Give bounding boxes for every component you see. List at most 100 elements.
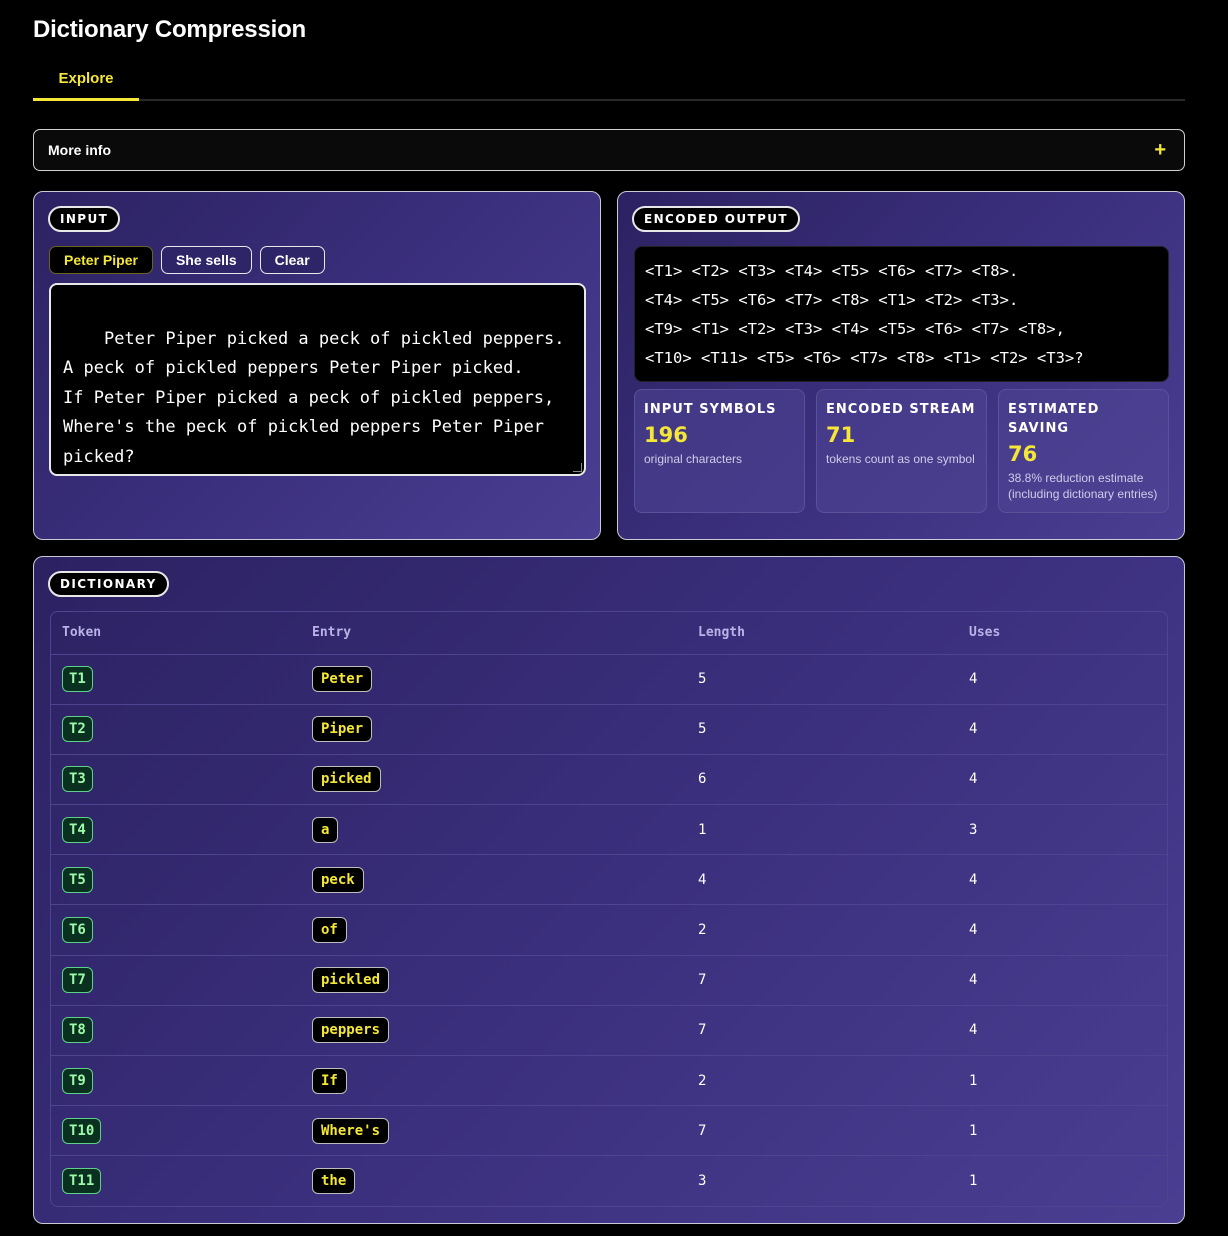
table-cell-length: 7 bbox=[687, 955, 958, 1006]
input-textarea[interactable]: Peter Piper picked a peck of pickled pep… bbox=[49, 283, 586, 476]
length-cell: 2 bbox=[698, 922, 707, 939]
table-cell-token: T1 bbox=[51, 654, 301, 705]
table-row: T11 the 3 1 bbox=[51, 1156, 1167, 1206]
table-cell-length: 5 bbox=[687, 704, 958, 755]
token-chip: T5 bbox=[62, 866, 93, 893]
input-text: Peter Piper picked a peck of pickled pep… bbox=[63, 328, 565, 467]
dictionary-table-wrapper: Token Entry Length Uses T1 Peter 5 4 T2 Piper… bbox=[50, 611, 1168, 1207]
table-row: T5 peck 4 4 bbox=[51, 854, 1167, 906]
token-chip: T10 bbox=[62, 1117, 102, 1144]
more-info-label: More info bbox=[48, 142, 111, 158]
table-cell-uses: 4 bbox=[958, 654, 1167, 705]
table-header-row: Token Entry Length Uses bbox=[51, 612, 1167, 655]
table-cell-uses: 4 bbox=[958, 955, 1167, 1006]
input-panel-tag: INPUT bbox=[48, 206, 121, 232]
uses-cell: 1 bbox=[969, 1122, 978, 1139]
length-cell: 7 bbox=[698, 972, 707, 989]
table-cell-length: 2 bbox=[687, 1055, 958, 1107]
length-cell: 6 bbox=[698, 771, 707, 788]
table-cell-entry: a bbox=[301, 804, 687, 856]
dictionary-tag: DICTIONARY bbox=[48, 571, 169, 597]
length-cell: 3 bbox=[698, 1173, 707, 1190]
dictionary-table: Token Entry Length Uses T1 Peter 5 4 T2 Piper… bbox=[51, 612, 1167, 1206]
table-cell-entry: the bbox=[301, 1156, 687, 1206]
page-title: Dictionary Compression bbox=[33, 16, 306, 43]
more-info-accordion[interactable]: More info + bbox=[33, 129, 1185, 171]
length-cell: 5 bbox=[698, 671, 707, 688]
input-panel: INPUT Peter Piper She sells Clear Peter … bbox=[33, 191, 601, 540]
preset-she-sells-button[interactable]: She sells bbox=[160, 246, 252, 274]
table-cell-entry: Where's bbox=[301, 1105, 687, 1157]
expand-plus-icon[interactable]: + bbox=[1154, 139, 1166, 162]
table-cell-length: 3 bbox=[687, 1156, 958, 1206]
entry-chip: pickled bbox=[312, 967, 390, 994]
entry-chip: Piper bbox=[312, 716, 373, 743]
table-cell-uses: 1 bbox=[958, 1156, 1167, 1206]
stat-input-symbols: INPUT SYMBOLS 196 original characters bbox=[634, 389, 805, 513]
entry-chip: Where's bbox=[312, 1117, 390, 1144]
table-row: T7 pickled 7 4 bbox=[51, 955, 1167, 1006]
entry-chip: picked bbox=[312, 766, 381, 793]
uses-cell: 3 bbox=[969, 821, 978, 838]
encoded-output-tag: ENCODED OUTPUT bbox=[632, 206, 801, 232]
table-cell-token: T7 bbox=[51, 955, 301, 1006]
preset-buttons: Peter Piper She sells Clear bbox=[49, 246, 325, 274]
stat-encoded-stream: ENCODED STREAM 71 tokens count as one sy… bbox=[816, 389, 987, 513]
table-row: T4 a 1 3 bbox=[51, 804, 1167, 856]
table-row: T3 picked 6 4 bbox=[51, 754, 1167, 806]
table-cell-token: T11 bbox=[51, 1156, 301, 1206]
column-header-uses: Uses bbox=[958, 612, 1167, 655]
entry-chip: If bbox=[312, 1067, 347, 1094]
uses-cell: 4 bbox=[969, 671, 978, 688]
encoded-line: <T10> <T11> <T5> <T6> <T7> <T8> <T1> <T2… bbox=[645, 349, 1084, 367]
table-row: T10 Where's 7 1 bbox=[51, 1105, 1167, 1157]
table-cell-length: 2 bbox=[687, 904, 958, 956]
tab-explore[interactable]: Explore bbox=[33, 62, 139, 101]
uses-cell: 4 bbox=[969, 922, 978, 939]
stat-value: 76 bbox=[1008, 442, 1038, 466]
token-chip: T2 bbox=[62, 716, 93, 743]
uses-cell: 4 bbox=[969, 972, 978, 989]
preset-peter-piper-button[interactable]: Peter Piper bbox=[49, 246, 153, 274]
clear-button[interactable]: Clear bbox=[259, 246, 325, 274]
table-cell-length: 7 bbox=[687, 1005, 958, 1057]
entry-chip: peck bbox=[312, 866, 364, 893]
table-cell-uses: 4 bbox=[958, 904, 1167, 956]
stats-row: INPUT SYMBOLS 196 original characters EN… bbox=[634, 389, 1169, 513]
uses-cell: 4 bbox=[969, 1022, 978, 1039]
table-cell-uses: 4 bbox=[958, 1005, 1167, 1057]
stat-label: INPUT SYMBOLS bbox=[644, 402, 777, 417]
length-cell: 7 bbox=[698, 1022, 707, 1039]
uses-cell: 4 bbox=[969, 721, 978, 738]
table-cell-token: T6 bbox=[51, 904, 301, 956]
table-cell-uses: 1 bbox=[958, 1105, 1167, 1157]
encoded-line: <T1> <T2> <T3> <T4> <T5> <T6> <T7> <T8>. bbox=[645, 262, 1019, 280]
length-cell: 7 bbox=[698, 1122, 707, 1139]
table-row: T8 peppers 7 4 bbox=[51, 1005, 1167, 1057]
table-cell-entry: Piper bbox=[301, 704, 687, 755]
length-cell: 1 bbox=[698, 821, 707, 838]
length-cell: 2 bbox=[698, 1072, 707, 1089]
encoded-output-panel: ENCODED OUTPUT <T1> <T2> <T3> <T4> <T5> … bbox=[617, 191, 1185, 540]
token-chip: T1 bbox=[62, 666, 93, 693]
token-chip: T3 bbox=[62, 766, 93, 793]
token-chip: T8 bbox=[62, 1017, 93, 1044]
uses-cell: 4 bbox=[969, 871, 978, 888]
dictionary-panel: DICTIONARY Token Entry Length Uses T1 Pet… bbox=[33, 556, 1185, 1224]
uses-cell: 1 bbox=[969, 1173, 978, 1190]
dictionary-table-body: T1 Peter 5 4 T2 Piper 5 4 T3 picked 6 4 T4 a 1 3 T5 peck 4… bbox=[51, 654, 1167, 1206]
encoded-output-box: <T1> <T2> <T3> <T4> <T5> <T6> <T7> <T8>.… bbox=[634, 246, 1169, 382]
stat-label: ESTIMATED SAVING bbox=[1008, 402, 1100, 436]
column-header-length: Length bbox=[687, 612, 958, 655]
stat-value: 196 bbox=[644, 423, 688, 447]
resize-grip-icon[interactable] bbox=[573, 463, 582, 472]
column-header-entry: Entry bbox=[301, 612, 687, 655]
table-row: T1 Peter 5 4 bbox=[51, 654, 1167, 705]
table-row: T6 of 2 4 bbox=[51, 904, 1167, 956]
table-cell-uses: 4 bbox=[958, 704, 1167, 755]
stat-desc: original characters bbox=[644, 452, 743, 466]
table-cell-entry: of bbox=[301, 904, 687, 956]
table-cell-length: 4 bbox=[687, 854, 958, 906]
length-cell: 5 bbox=[698, 721, 707, 738]
table-row: T2 Piper 5 4 bbox=[51, 704, 1167, 755]
